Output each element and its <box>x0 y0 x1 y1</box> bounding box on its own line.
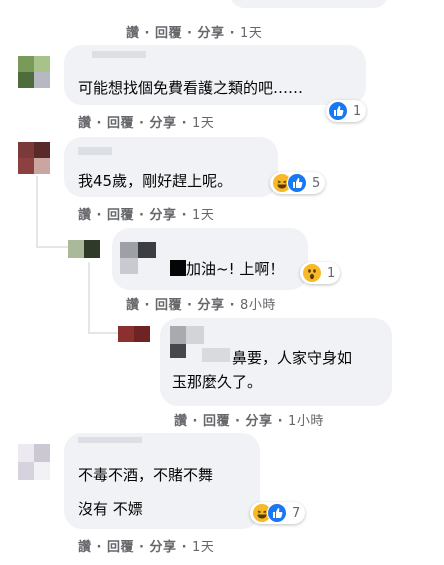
comment-text: 鼻要，人家守身如 <box>232 349 353 367</box>
blurred-author-name <box>170 344 186 358</box>
like-link[interactable]: 讚 <box>78 540 92 555</box>
like-link[interactable]: 讚 <box>174 414 188 429</box>
share-link[interactable]: 分享 <box>150 116 177 131</box>
share-link[interactable]: 分享 <box>246 414 273 429</box>
timestamp[interactable]: 1天 <box>192 116 214 131</box>
blurred-author-name <box>120 242 138 258</box>
timestamp[interactable]: 1天 <box>192 208 214 223</box>
comment-text: 可能想找個免費看護之類的吧…… <box>78 79 304 97</box>
blurred-author-name <box>138 242 156 258</box>
blurred-author-name <box>78 437 142 443</box>
reply-link[interactable]: 回覆 <box>155 26 182 41</box>
reply-link[interactable]: 回覆 <box>155 298 182 313</box>
avatar[interactable] <box>68 240 100 258</box>
thread-line <box>36 176 38 248</box>
reply-link[interactable]: 回覆 <box>107 540 134 555</box>
comment-bubble: 加油~! 上啊！ <box>112 228 308 290</box>
timestamp[interactable]: 1小時 <box>288 414 324 429</box>
comment-bubble: 鼻要，人家守身如 玉那麼久了。 <box>160 318 392 406</box>
like-link[interactable]: 讚 <box>126 298 140 313</box>
thread-line <box>88 332 120 334</box>
reaction-count: 1 <box>353 103 362 119</box>
comment-actions: 讚 · 回覆 · 分享 · 8小時 <box>126 298 276 313</box>
reply-link[interactable]: 回覆 <box>107 208 134 223</box>
reaction-count: 1 <box>327 265 336 281</box>
blurred-author-name <box>186 326 204 344</box>
reaction-summary[interactable]: 7 <box>250 502 306 524</box>
comment-actions: 讚 · 回覆 · 分享 · 1天 <box>78 540 215 555</box>
like-link[interactable]: 讚 <box>78 208 92 223</box>
like-icon <box>328 101 348 121</box>
avatar[interactable] <box>18 444 50 480</box>
comment-text: 加油~! 上啊！ <box>186 260 285 278</box>
comment-text: 不毒不酒，不賭不舞 <box>78 466 214 484</box>
like-link[interactable]: 讚 <box>78 116 92 131</box>
avatar[interactable] <box>18 56 50 88</box>
like-link[interactable]: 讚 <box>126 26 140 41</box>
reaction-count: 5 <box>312 175 321 191</box>
reply-link[interactable]: 回覆 <box>203 414 230 429</box>
share-link[interactable]: 分享 <box>150 540 177 555</box>
blurred-text <box>170 260 186 276</box>
like-icon <box>287 173 307 193</box>
wow-icon <box>302 263 322 283</box>
blurred-author-name <box>170 326 186 344</box>
blurred-author-name <box>120 258 138 274</box>
comment-bubble: 不毒不酒，不賭不舞 沒有 不嫖 <box>64 433 260 529</box>
share-link[interactable]: 分享 <box>198 26 225 41</box>
reaction-summary[interactable]: 1 <box>300 262 341 284</box>
comment-bubble: 可能想找個免費看護之類的吧…… <box>64 45 366 105</box>
share-link[interactable]: 分享 <box>198 298 225 313</box>
reaction-summary[interactable]: 5 <box>270 172 326 194</box>
reaction-count: 7 <box>292 505 301 521</box>
avatar[interactable] <box>118 326 150 342</box>
blurred-text <box>202 348 230 362</box>
thread-line <box>36 246 68 248</box>
comment-bubble <box>230 0 388 8</box>
reply-link[interactable]: 回覆 <box>107 116 134 131</box>
share-link[interactable]: 分享 <box>150 208 177 223</box>
comment-actions: 讚 · 回覆 · 分享 · 1天 <box>78 116 215 131</box>
comment-actions: 讚 · 回覆 · 分享 · 1天 <box>78 208 215 223</box>
blurred-author-name <box>92 51 146 58</box>
blurred-author-name <box>78 147 112 155</box>
timestamp[interactable]: 1天 <box>192 540 214 555</box>
reaction-summary[interactable]: 1 <box>326 100 367 122</box>
timestamp[interactable]: 1天 <box>240 26 262 41</box>
timestamp[interactable]: 8小時 <box>240 298 276 313</box>
comment-actions: 讚 · 回覆 · 分享 · 1小時 <box>174 414 324 429</box>
comment-text: 我45歲，剛好趕上呢。 <box>78 172 233 190</box>
comment-text: 沒有 不嫖 <box>78 500 143 518</box>
like-icon <box>267 503 287 523</box>
avatar[interactable] <box>18 142 50 174</box>
comment-text: 玉那麼久了。 <box>172 373 263 391</box>
comment-actions: 讚 · 回覆 · 分享 · 1天 <box>126 26 263 41</box>
comment-bubble: 我45歲，剛好趕上呢。 <box>64 137 278 197</box>
thread-line <box>88 262 90 334</box>
